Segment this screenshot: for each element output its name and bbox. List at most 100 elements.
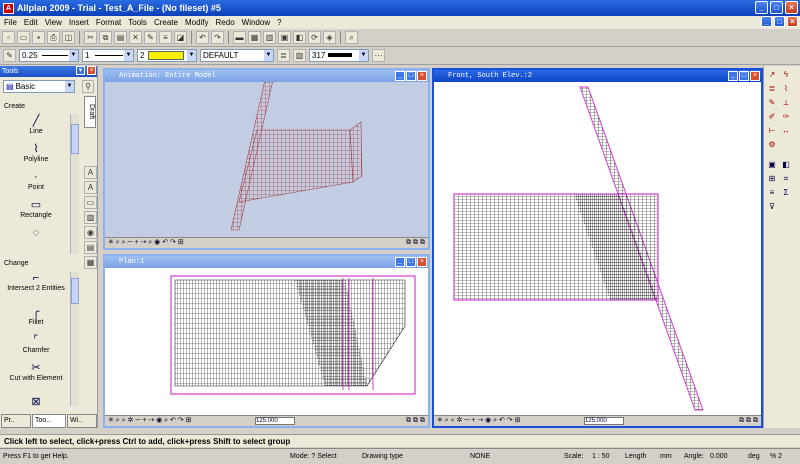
doc-restore-button[interactable]: □ bbox=[774, 16, 785, 27]
menu-window[interactable]: Window bbox=[242, 18, 270, 27]
tool-polyline[interactable]: ⌇ Polyline bbox=[6, 140, 66, 168]
animation-nav-bar[interactable]: ✳ ⌕ ⌕ ─ + ⇢ ⌕ ◉ ↶ ↷ ⊞ ⧉ ⧉ ⧉ bbox=[105, 237, 428, 248]
print-icon[interactable]: ⎙ bbox=[47, 31, 60, 44]
fileset-icon[interactable]: ▥ bbox=[263, 31, 276, 44]
pattern-options-icon[interactable]: ⋯ bbox=[372, 49, 385, 62]
image-icon[interactable]: ▣ bbox=[278, 31, 291, 44]
align-icon[interactable]: ⊢ bbox=[766, 125, 778, 137]
pattern-select[interactable]: 317 ▼ bbox=[309, 49, 369, 62]
front-viewport[interactable] bbox=[434, 82, 761, 417]
anim-close-button[interactable]: × bbox=[417, 71, 427, 81]
front-scale-field[interactable]: 125.000 bbox=[584, 417, 624, 425]
measure-icon[interactable]: ⟂ bbox=[780, 97, 792, 109]
module-select[interactable]: ▤ Basic ▼ bbox=[3, 80, 75, 93]
layer-settings-icon[interactable]: ≣ bbox=[277, 49, 290, 62]
plotting-tab-icon[interactable]: ▦ bbox=[84, 256, 97, 269]
front-nav-bar[interactable]: ✳ ⌕ ⌕ ✲ ─ + ⇢ ◉ ⌕ ↶ ↷ ⊞ 125.000 ⧉ ⧉ ⧉ bbox=[434, 415, 761, 426]
pen-red-icon[interactable]: ✐ bbox=[766, 111, 778, 123]
palette-pin-icon[interactable]: ▾ bbox=[76, 66, 85, 75]
layout-tab-icon[interactable]: ▤ bbox=[84, 241, 97, 254]
refresh-icon[interactable]: ⟳ bbox=[308, 31, 321, 44]
menu-insert[interactable]: Insert bbox=[69, 18, 89, 27]
layer-select[interactable]: DEFAULT ▼ bbox=[200, 49, 274, 62]
plan-maximize-button[interactable]: □ bbox=[406, 257, 416, 267]
cube-icon[interactable]: ◈ bbox=[323, 31, 336, 44]
palette-close-icon[interactable]: × bbox=[87, 66, 96, 75]
dimension-tab-icon[interactable]: ▭ bbox=[84, 196, 97, 209]
hatch-tab-icon[interactable]: ▨ bbox=[84, 211, 97, 224]
new-file-icon[interactable]: ▫ bbox=[2, 31, 15, 44]
delete-icon[interactable]: ✕ bbox=[129, 31, 142, 44]
menu-tools[interactable]: Tools bbox=[128, 18, 147, 27]
menu-redo[interactable]: Redo bbox=[216, 18, 235, 27]
symbol-tab-icon[interactable]: ◉ bbox=[84, 226, 97, 239]
menu-edit[interactable]: Edit bbox=[24, 18, 38, 27]
layer-icon[interactable]: ▬ bbox=[233, 31, 246, 44]
minimize-button[interactable]: _ bbox=[755, 1, 768, 14]
menu-create[interactable]: Create bbox=[154, 18, 178, 27]
dimension-icon[interactable]: ↔ bbox=[780, 125, 792, 137]
tool-line[interactable]: ╱ Line bbox=[6, 112, 66, 140]
scale-value[interactable]: 1 : 50 bbox=[592, 449, 610, 464]
tool-trim[interactable]: ⊠ bbox=[6, 393, 66, 408]
animation-window[interactable]: Animation: Entire Model _ □ × ✳ ⌕ ⌕ ─ + ⇢ … bbox=[103, 68, 430, 250]
settings-icon[interactable]: ⚙ bbox=[766, 139, 778, 151]
plot-icon[interactable]: ▧ bbox=[293, 49, 306, 62]
anim-minimize-button[interactable]: _ bbox=[395, 71, 405, 81]
save-icon[interactable]: ▪ bbox=[32, 31, 45, 44]
preview-icon[interactable]: ◫ bbox=[62, 31, 75, 44]
menu-format[interactable]: Format bbox=[96, 18, 121, 27]
format-painter-icon[interactable]: ✎ bbox=[144, 31, 157, 44]
menu-file[interactable]: File bbox=[4, 18, 17, 27]
menu-view[interactable]: View bbox=[45, 18, 62, 27]
window-layout-icon[interactable]: ◧ bbox=[293, 31, 306, 44]
maximize-button[interactable]: □ bbox=[770, 1, 783, 14]
sum-icon[interactable]: Σ bbox=[780, 187, 792, 199]
color-select[interactable]: 2 ▼ bbox=[137, 49, 197, 62]
line-type-select[interactable]: 1 ▼ bbox=[82, 49, 134, 62]
tab-properties[interactable]: Pr.. bbox=[1, 414, 31, 428]
plan-scale-field[interactable]: 125.000 bbox=[255, 417, 295, 425]
lightning-icon[interactable]: ϟ bbox=[780, 69, 792, 81]
tool-fillet[interactable]: ╭ Fillet bbox=[6, 303, 66, 331]
pen-icon[interactable]: ✎ bbox=[3, 49, 16, 62]
create-scrollbar[interactable] bbox=[70, 114, 79, 254]
plan-close-button[interactable]: × bbox=[417, 257, 427, 267]
angle-value[interactable]: 0.000 bbox=[710, 449, 728, 464]
ortho-icon[interactable]: ⌗ bbox=[780, 173, 792, 185]
track-icon[interactable]: ⊞ bbox=[766, 173, 778, 185]
tool-chamfer[interactable]: ⌜ Chamfer bbox=[6, 331, 66, 359]
front-minimize-button[interactable]: _ bbox=[728, 71, 738, 81]
fill-icon[interactable]: ◪ bbox=[174, 31, 187, 44]
pencil-icon[interactable]: ✎ bbox=[766, 97, 778, 109]
anim-maximize-button[interactable]: □ bbox=[406, 71, 416, 81]
mode-indicator[interactable]: Mode: ? Select bbox=[290, 449, 337, 464]
text-alt-tab-icon[interactable]: A bbox=[84, 181, 97, 194]
tool-circle[interactable]: ◌ bbox=[6, 224, 66, 240]
drawing-type[interactable]: Drawing type bbox=[362, 449, 403, 464]
cut-icon[interactable]: ✂ bbox=[84, 31, 97, 44]
front-elevation-window[interactable]: Front, South Elev.:2 _ □ × ✳ ⌕ ⌕ ✲ ─ + ⇢ ◉… bbox=[432, 68, 763, 428]
filter-icon[interactable]: ⊽ bbox=[766, 201, 778, 213]
snap-icon[interactable]: ▣ bbox=[766, 159, 778, 171]
plan-viewport[interactable] bbox=[105, 268, 428, 417]
change-scrollbar[interactable] bbox=[70, 272, 79, 406]
pointer-icon[interactable]: ↗ bbox=[766, 69, 778, 81]
doc-close-button[interactable]: × bbox=[787, 16, 798, 27]
layer-stack-icon[interactable]: ≣ bbox=[766, 83, 778, 95]
undo-icon[interactable]: ↶ bbox=[196, 31, 209, 44]
properties-icon[interactable]: ≡ bbox=[159, 31, 172, 44]
tool-point[interactable]: · Point bbox=[6, 168, 66, 196]
tab-tools[interactable]: Too.. bbox=[32, 414, 66, 428]
front-maximize-button[interactable]: □ bbox=[739, 71, 749, 81]
object-snap-icon[interactable]: ◧ bbox=[780, 159, 792, 171]
grid-icon[interactable]: ▦ bbox=[248, 31, 261, 44]
binoculars-icon[interactable]: ⚲ bbox=[82, 80, 94, 93]
length-unit[interactable]: mm bbox=[660, 449, 672, 464]
close-button[interactable]: × bbox=[785, 1, 798, 14]
copy-icon[interactable]: ⧉ bbox=[99, 31, 112, 44]
front-close-button[interactable]: × bbox=[750, 71, 760, 81]
tool-rectangle[interactable]: ▭ Rectangle bbox=[6, 196, 66, 224]
redo-icon[interactable]: ↷ bbox=[211, 31, 224, 44]
tab-wizards[interactable]: Wi.. bbox=[67, 414, 97, 428]
